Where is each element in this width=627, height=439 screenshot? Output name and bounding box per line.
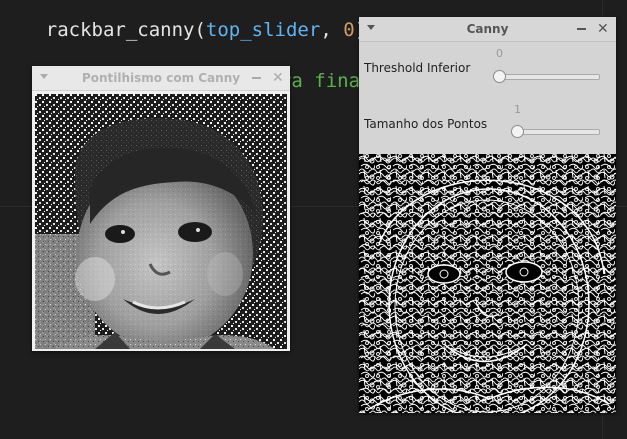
code-token: , [320, 19, 344, 41]
code-token: rackbar_canny( [45, 19, 206, 41]
trackbar-point-size-value: 1 [514, 103, 521, 116]
minimize-icon[interactable] [252, 77, 261, 79]
trackbar-threshold-label: Threshold Inferior [364, 61, 471, 75]
pontilhismo-titlebar[interactable]: Pontilhismo com Canny ✕ [32, 66, 290, 91]
canny-image-area [359, 154, 616, 413]
pointillism-photo [35, 94, 287, 349]
trackbar-threshold-track[interactable] [494, 74, 600, 80]
trackbar-point-size-track[interactable] [512, 129, 600, 135]
canny-titlebar[interactable]: Canny ✕ [359, 17, 616, 42]
pontilhismo-window[interactable]: Pontilhismo com Canny ✕ [32, 66, 290, 351]
trackbar-point-size-label: Tamanho dos Pontos [364, 117, 488, 131]
close-icon[interactable]: ✕ [272, 71, 284, 85]
code-token: top_slider [205, 19, 321, 41]
canny-window[interactable]: Canny ✕ 0 Threshold Inferior 1 Tamanho d… [359, 17, 616, 413]
canny-edges-image [359, 154, 616, 413]
trackbar-threshold-value: 0 [496, 47, 503, 60]
minimize-icon[interactable] [577, 28, 586, 30]
trackbar-point-size-thumb[interactable] [511, 125, 524, 138]
pontilhismo-image-area [35, 94, 287, 349]
code-token: 0 [343, 19, 355, 41]
trackbar-threshold-thumb[interactable] [493, 70, 506, 83]
close-icon[interactable]: ✕ [597, 22, 609, 36]
